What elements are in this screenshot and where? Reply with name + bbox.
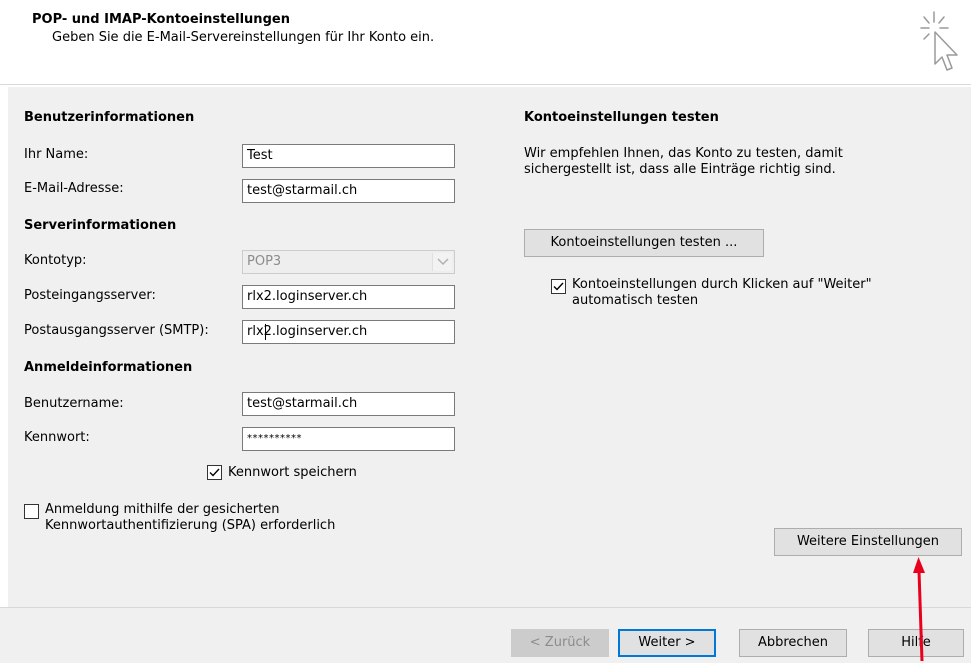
account-type-label: Kontotyp: (24, 253, 87, 268)
dialog-title: POP- und IMAP-Kontoeinstellungen (32, 12, 290, 27)
email-input[interactable]: test@starmail.ch (242, 179, 455, 203)
checkmark-icon (209, 468, 220, 477)
test-heading: Kontoeinstellungen testen (524, 110, 719, 125)
cancel-button[interactable]: Abbrechen (739, 629, 847, 657)
incoming-server-label: Posteingangsserver: (24, 288, 156, 303)
account-type-select[interactable]: POP3 (242, 250, 455, 274)
username-input[interactable]: test@starmail.ch (242, 392, 455, 416)
annotation-arrow-icon (905, 555, 935, 663)
username-label: Benutzername: (24, 396, 124, 411)
spa-label-line2[interactable]: Kennwortauthentifizierung (SPA) erforder… (45, 518, 335, 533)
next-button[interactable]: Weiter > (618, 629, 716, 657)
spa-checkbox[interactable] (24, 504, 39, 519)
user-info-heading: Benutzerinformationen (24, 110, 195, 125)
auto-test-label-line2[interactable]: automatisch testen (572, 293, 698, 308)
dialog-subtitle: Geben Sie die E-Mail-Servereinstellungen… (52, 30, 435, 45)
checkmark-icon (553, 282, 564, 291)
more-settings-button[interactable]: Weitere Einstellungen (774, 528, 962, 556)
email-label: E-Mail-Adresse: (24, 181, 124, 196)
chevron-down-icon (432, 253, 452, 271)
auto-test-checkbox[interactable] (551, 279, 566, 294)
account-type-value: POP3 (247, 254, 282, 269)
back-button[interactable]: < Zurück (511, 629, 609, 657)
footer-separator (0, 607, 971, 608)
spa-label-line1[interactable]: Anmeldung mithilfe der gesicherten (45, 502, 280, 517)
test-description-line2: sichergestellt ist, dass alle Einträge r… (524, 162, 836, 177)
password-input[interactable]: ********** (242, 427, 455, 451)
wizard-cursor-icon (912, 8, 964, 78)
server-info-heading: Serverinformationen (24, 218, 177, 233)
name-label: Ihr Name: (24, 147, 89, 162)
header-separator (0, 84, 971, 85)
outgoing-server-input[interactable]: rlx2.loginserver.ch (242, 320, 455, 344)
text-caret (265, 324, 266, 340)
password-label: Kennwort: (24, 430, 90, 445)
test-description-line1: Wir empfehlen Ihnen, das Konto zu testen… (524, 146, 843, 161)
test-account-button[interactable]: Kontoeinstellungen testen ... (524, 229, 764, 257)
outgoing-server-label: Postausgangsserver (SMTP): (24, 323, 209, 338)
remember-password-label[interactable]: Kennwort speichern (228, 465, 357, 480)
remember-password-checkbox[interactable] (207, 465, 222, 480)
login-info-heading: Anmeldeinformationen (24, 360, 193, 375)
auto-test-label-line1[interactable]: Kontoeinstellungen durch Klicken auf "We… (572, 277, 872, 292)
name-input[interactable]: Test (242, 144, 455, 168)
incoming-server-input[interactable]: rlx2.loginserver.ch (242, 285, 455, 309)
